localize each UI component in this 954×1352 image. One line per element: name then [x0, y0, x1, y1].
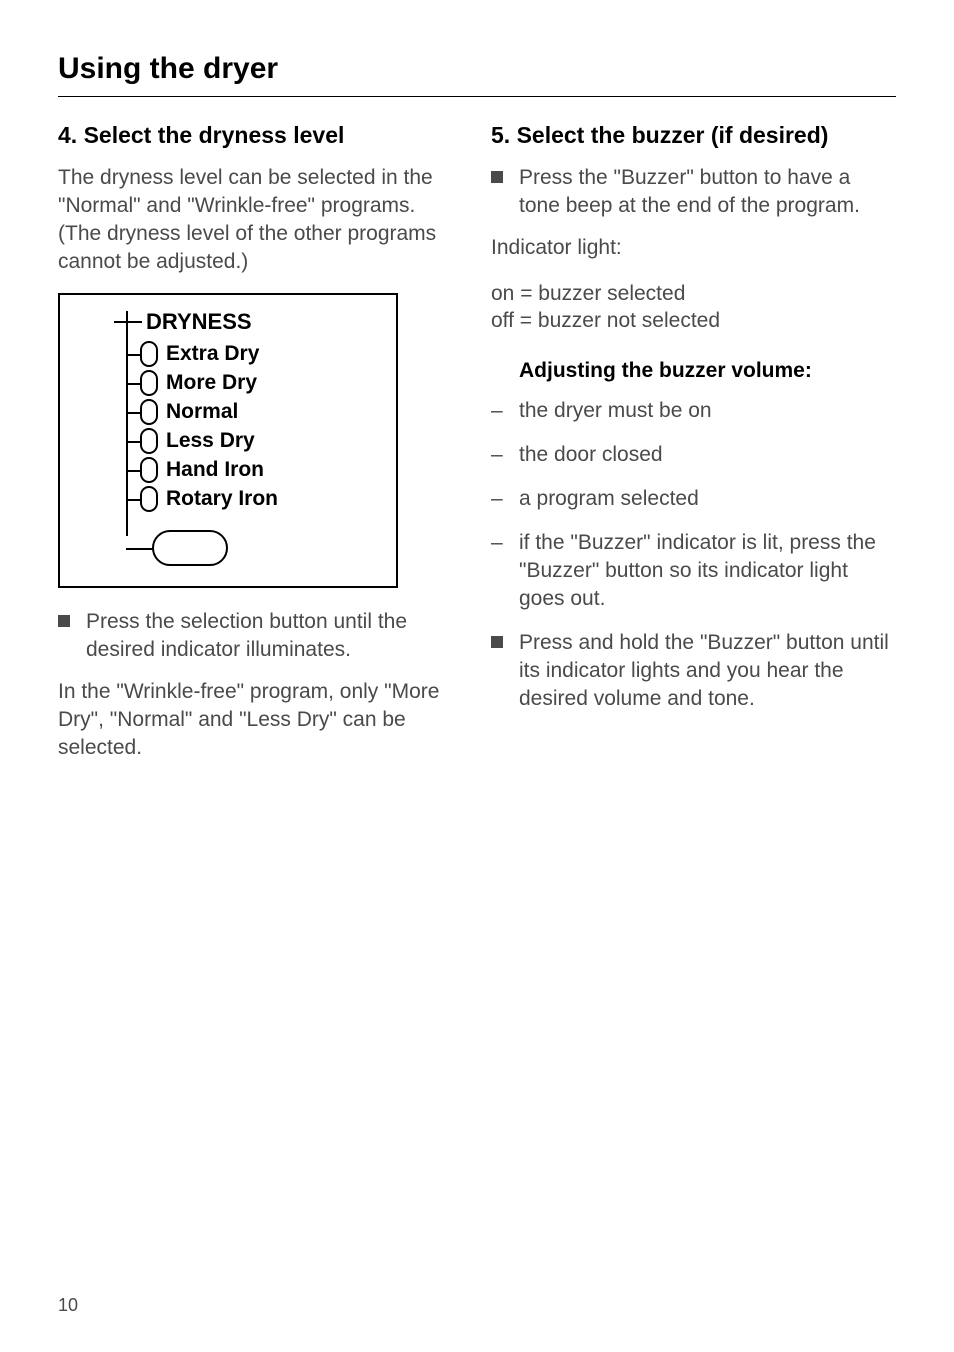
dryness-option-label: More Dry: [166, 371, 257, 395]
section-4-bullets: Press the selection button until the des…: [58, 608, 463, 664]
dryness-option-less-dry: Less Dry: [114, 428, 378, 454]
indicator-light-states: on = buzzer selected off = buzzer not se…: [491, 280, 896, 336]
dryness-panel-figure: DRYNESS Extra Dry More Dry Normal Less D…: [58, 293, 398, 588]
dryness-option-hand-iron: Hand Iron: [114, 457, 378, 483]
indicator-on-text: on = buzzer selected: [491, 280, 896, 308]
section-5-bullets-2: Press and hold the "Buzzer" button until…: [491, 629, 896, 713]
indicator-light-icon: [140, 370, 158, 396]
indicator-light-icon: [140, 428, 158, 454]
indicator-light-icon: [140, 486, 158, 512]
dryness-option-label: Normal: [166, 400, 238, 424]
section-4-intro: The dryness level can be selected in the…: [58, 164, 463, 276]
section-5-heading: 5. Select the buzzer (if desired): [491, 121, 896, 150]
list-item: Press the selection button until the des…: [58, 608, 463, 664]
page-title: Using the dryer: [58, 52, 896, 86]
dryness-option-more-dry: More Dry: [114, 370, 378, 396]
list-item: the dryer must be on: [491, 397, 896, 425]
indicator-off-text: off = buzzer not selected: [491, 307, 896, 335]
buzzer-volume-prereqs: the dryer must be on the door closed a p…: [491, 397, 896, 613]
dryness-option-label: Less Dry: [166, 429, 255, 453]
dryness-option-rotary-iron: Rotary Iron: [114, 486, 378, 512]
buzzer-volume-heading: Adjusting the buzzer volume:: [519, 359, 896, 383]
indicator-light-icon: [140, 399, 158, 425]
section-4-heading: 4. Select the dryness level: [58, 121, 463, 150]
list-item: the door closed: [491, 441, 896, 469]
list-item: Press the "Buzzer" button to have a tone…: [491, 164, 896, 220]
indicator-light-icon: [140, 457, 158, 483]
dryness-option-normal: Normal: [114, 399, 378, 425]
right-column: 5. Select the buzzer (if desired) Press …: [491, 121, 896, 780]
dryness-option-label: Extra Dry: [166, 342, 259, 366]
title-divider: [58, 96, 896, 97]
dryness-options-list: Extra Dry More Dry Normal Less Dry Hand …: [114, 341, 378, 566]
list-item: Press and hold the "Buzzer" button until…: [491, 629, 896, 713]
list-item: a program selected: [491, 485, 896, 513]
selection-button-icon: [152, 530, 228, 566]
section-4-note: In the "Wrinkle-free" program, only "Mor…: [58, 678, 463, 762]
content-columns: 4. Select the dryness level The dryness …: [58, 121, 896, 780]
indicator-light-icon: [140, 341, 158, 367]
dryness-option-extra-dry: Extra Dry: [114, 341, 378, 367]
dryness-label: DRYNESS: [146, 309, 378, 335]
indicator-light-label: Indicator light:: [491, 234, 896, 262]
left-column: 4. Select the dryness level The dryness …: [58, 121, 463, 780]
list-item: if the "Buzzer" indicator is lit, press …: [491, 529, 896, 613]
section-5-bullets-1: Press the "Buzzer" button to have a tone…: [491, 164, 896, 220]
page-number: 10: [58, 1295, 78, 1316]
dryness-option-label: Rotary Iron: [166, 487, 278, 511]
dryness-option-label: Hand Iron: [166, 458, 264, 482]
